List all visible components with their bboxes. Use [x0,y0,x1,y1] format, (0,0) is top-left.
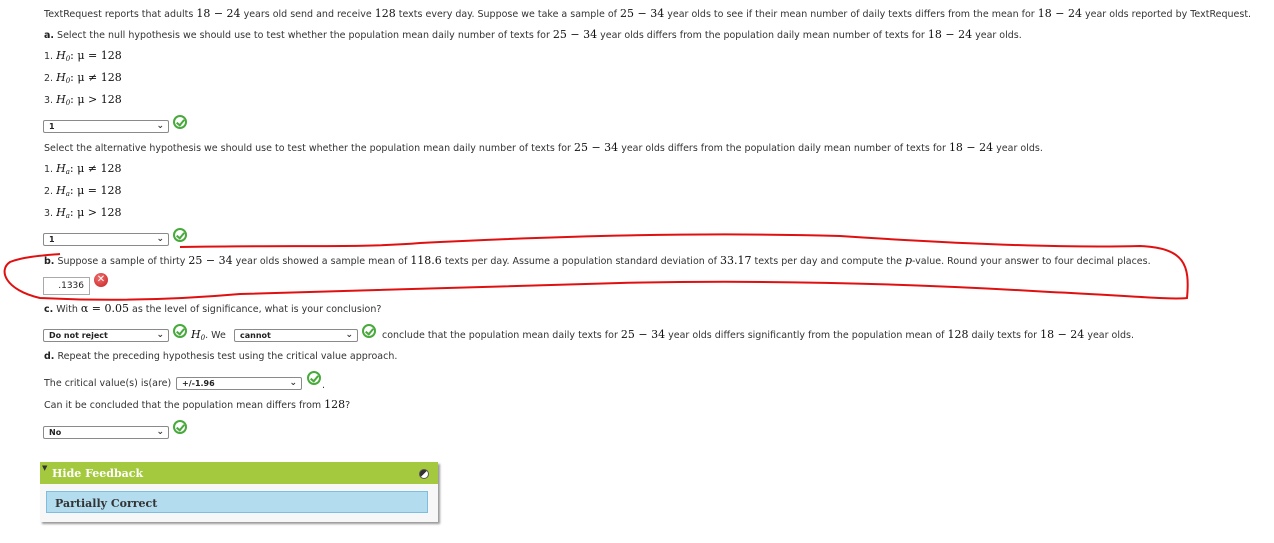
alt-hypothesis-select[interactable]: 1 ⌄ [43,233,169,246]
conclude-select[interactable]: No ⌄ [43,426,169,439]
correct-check-icon [173,228,187,242]
correct-check-icon [173,115,187,129]
chevron-down-icon: ⌄ [345,330,353,340]
correct-check-icon [173,420,187,434]
correct-check-icon [362,324,376,338]
h0-label: H0. We [191,328,226,342]
chevron-down-icon: ⌄ [156,234,164,244]
alt-option-2: 2. Ha: μ = 128 [44,184,122,198]
part-b-prompt: b. Suppose a sample of thirty 25 − 34 ye… [44,254,1151,267]
can-cannot-select[interactable]: cannot ⌄ [234,329,358,342]
part-d-prompt: d. Repeat the preceding hypothesis test … [44,351,398,362]
hide-feedback-toggle[interactable]: ▼ Hide Feedback [40,462,438,484]
chevron-down-icon: ⌄ [156,427,164,437]
feedback-status: Partially Correct [55,497,158,510]
alt-hypothesis-prompt: Select the alternative hypothesis we sho… [44,141,1043,154]
null-option-3: 3. H0: μ > 128 [44,93,122,107]
correct-check-icon [307,371,321,385]
null-option-2: 2. H0: μ ≠ 128 [44,71,122,85]
conclusion-text: conclude that the population mean daily … [382,328,1134,341]
chevron-down-icon: ⌄ [156,330,164,340]
critical-value-prompt: The critical value(s) is(are) [44,378,172,389]
triangle-down-icon: ▼ [42,464,48,472]
decision-select[interactable]: Do not reject ⌄ [43,329,169,342]
feedback-options-icon[interactable] [419,469,429,479]
p-value-input[interactable]: .1336 [43,277,90,295]
feedback-panel: ▼ Hide Feedback Partially Correct [40,462,438,522]
incorrect-x-icon: ✕ [94,273,108,287]
critical-value-select[interactable]: +/-1.96 ⌄ [176,377,302,390]
alt-option-1: 1. Ha: μ ≠ 128 [44,162,122,176]
null-option-1: 1. H0: μ = 128 [44,49,122,63]
null-hypothesis-select[interactable]: 1 ⌄ [43,120,169,133]
chevron-down-icon: ⌄ [289,378,297,388]
problem-intro: TextRequest reports that adults 18 − 24 … [44,7,1252,20]
correct-check-icon [173,324,187,338]
conclude-prompt: Can it be concluded that the population … [44,398,351,411]
feedback-status-box: Partially Correct [46,491,428,513]
alt-option-3: 3. Ha: μ > 128 [44,206,122,220]
critical-period: . [322,380,326,391]
chevron-down-icon: ⌄ [156,121,164,131]
part-a-prompt: a. Select the null hypothesis we should … [44,28,1022,41]
part-c-prompt: c. With α = 0.05 as the level of signifi… [44,302,382,315]
